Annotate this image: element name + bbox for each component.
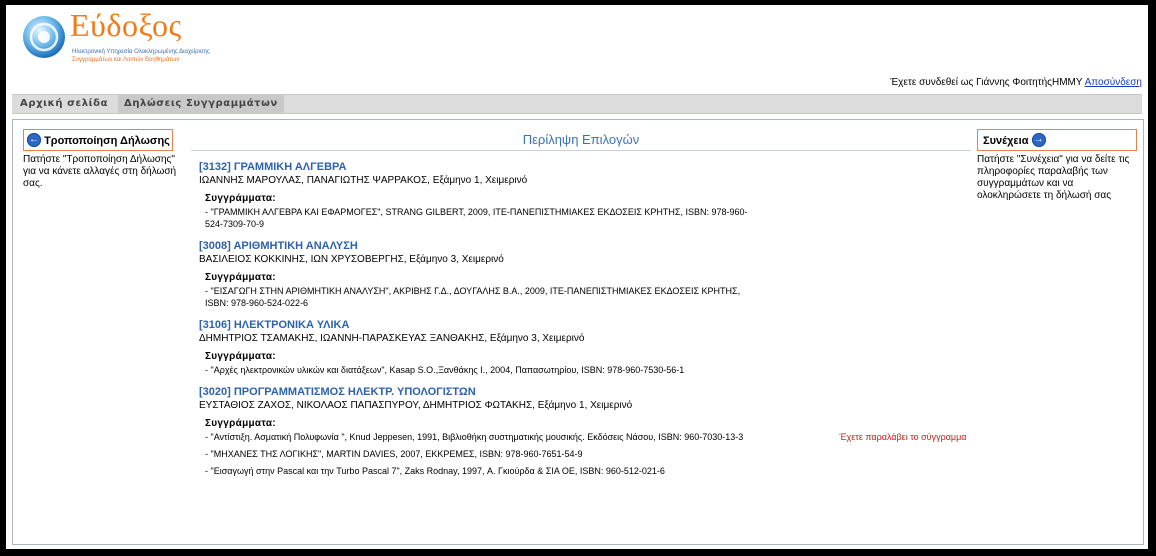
course-title-link[interactable]: [3106] ΗΛΕΚΤΡΟΝΙΚΑ ΥΛΙΚΑ <box>199 318 969 332</box>
course-entry: [3132] ΓΡΑΜΜΙΚΗ ΑΛΓΕΒΡΑ ΙΩΑΝΝΗΣ ΜΑΡΟΥΛΑΣ,… <box>199 160 969 230</box>
book-description: - "Αντίστιξη. Ασματική Πολυφωνία ", Knud… <box>205 432 744 442</box>
login-status: Έχετε συνδεθεί ως Γιάννης ΦοιτητήςΗΜΜΥ Α… <box>890 77 1142 88</box>
continue-label: Συνέχεια <box>983 135 1029 147</box>
course-title-link[interactable]: [3008] ΑΡΙΘΜΗΤΙΚΗ ΑΝΑΛΥΣΗ <box>199 239 969 253</box>
modify-declaration-label: Τροποποίηση Δήλωσης <box>44 135 170 147</box>
book-description: - "ΓΡΑΜΜΙΚΗ ΑΛΓΕΒΡΑ ΚΑΙ ΕΦΑΡΜΟΓΕΣ", STRA… <box>205 207 748 229</box>
logo-subtitle-2: Συγγραμμάτων και Λοιπών Βοηθημάτων <box>72 57 180 63</box>
book-item: - "ΕΙΣΑΓΩΓΗ ΣΤΗΝ ΑΡΙΘΜΗΤΙΚΗ ΑΝΑΛΥΣΗ", ΑΚ… <box>205 285 969 309</box>
course-entry: [3020] ΠΡΟΓΡΑΜΜΑΤΙΣΜΟΣ ΗΛΕΚΤΡ. ΥΠΟΛΟΓΙΣΤ… <box>199 385 969 477</box>
arrow-left-icon: ← <box>27 133 41 148</box>
book-item: - "ΓΡΑΜΜΙΚΗ ΑΛΓΕΒΡΑ ΚΑΙ ΕΦΑΡΜΟΓΕΣ", STRA… <box>205 206 969 230</box>
course-entry: [3106] ΗΛΕΚΤΡΟΝΙΚΑ ΥΛΙΚΑ ΔΗΜΗΤΡΙΟΣ ΤΣΑΜΑΚ… <box>199 318 969 376</box>
course-list: [3132] ΓΡΑΜΜΙΚΗ ΑΛΓΕΒΡΑ ΙΩΑΝΝΗΣ ΜΑΡΟΥΛΑΣ,… <box>199 160 969 486</box>
book-item: - "ΜΗΧΑΝΕΣ ΤΗΣ ΛΟΓΙΚΗΣ", MARTIN DAVIES, … <box>205 448 969 460</box>
book-description: - "ΕΙΣΑΓΩΓΗ ΣΤΗΝ ΑΡΙΘΜΗΤΙΚΗ ΑΝΑΛΥΣΗ", ΑΚ… <box>205 286 741 308</box>
received-note: Έχετε παραλάβει το σύγγραμμα <box>839 432 967 442</box>
book-item: - "Αντίστιξη. Ασματική Πολυφωνία ", Knud… <box>205 431 969 443</box>
continue-button[interactable]: Συνέχεια → <box>977 129 1137 151</box>
browser-page: Εύδοξος Ηλεκτρονική Υπηρεσία Ολοκληρωμέν… <box>6 5 1148 549</box>
books-label: Συγγράμματα: <box>205 193 276 204</box>
logged-in-text: Έχετε συνδεθεί ως Γιάννης ΦοιτητήςΗΜΜΥ <box>890 77 1083 88</box>
book-description: - "ΜΗΧΑΝΕΣ ΤΗΣ ΛΟΓΙΚΗΣ", MARTIN DAVIES, … <box>205 449 583 459</box>
books-label: Συγγράμματα: <box>205 272 276 283</box>
menu-item-home[interactable]: Αρχική σελίδα <box>14 95 114 113</box>
course-meta: ΙΩΑΝΝΗΣ ΜΑΡΟΥΛΑΣ, ΠΑΝΑΓΙΩΤΗΣ ΨΑΡΡΑΚΟΣ, Ε… <box>199 175 528 186</box>
course-title-link[interactable]: [3132] ΓΡΑΜΜΙΚΗ ΑΛΓΕΒΡΑ <box>199 160 969 174</box>
books-label: Συγγράμματα: <box>205 351 276 362</box>
books-label: Συγγράμματα: <box>205 418 276 429</box>
book-description: - "Εισαγωγή στην Pascal και την Turbo Pa… <box>205 466 665 476</box>
modify-declaration-help: Πατήστε "Τροποποίηση Δήλωσης" για να κάν… <box>23 154 177 189</box>
summary-panel: ← Τροποποίηση Δήλωσης Πατήστε "Τροποποίη… <box>12 119 1144 545</box>
course-title-link[interactable]: [3020] ΠΡΟΓΡΑΜΜΑΤΙΣΜΟΣ ΗΛΕΚΤΡ. ΥΠΟΛΟΓΙΣΤ… <box>199 385 969 399</box>
continue-help: Πατήστε "Συνέχεια" για να δείτε τις πληρ… <box>977 154 1130 201</box>
course-meta: ΔΗΜΗΤΡΙΟΣ ΤΣΑΜΑΚΗΣ, ΙΩΑΝΝΗ-ΠΑΡΑΣΚΕΥΑΣ ΞΑ… <box>199 333 585 344</box>
course-entry: [3008] ΑΡΙΘΜΗΤΙΚΗ ΑΝΑΛΥΣΗ ΒΑΣΙΛΕΙΟΣ ΚΟΚΚΙ… <box>199 239 969 309</box>
menu-item-declarations[interactable]: Δηλώσεις Συγγραμμάτων <box>118 95 284 113</box>
logo-globe-icon <box>23 16 65 58</box>
logo-subtitle-1: Ηλεκτρονική Υπηρεσία Ολοκληρωμένης Διαχε… <box>72 49 210 55</box>
main-menu: Αρχική σελίδα Δηλώσεις Συγγραμμάτων <box>12 94 1142 114</box>
course-meta: ΕΥΣΤΑΘΙΟΣ ΖΑΧΟΣ, ΝΙΚΟΛΑΟΣ ΠΑΠΑΣΠΥΡΟΥ, ΔΗ… <box>199 400 633 411</box>
eudoxus-logo[interactable]: Εύδοξος Ηλεκτρονική Υπηρεσία Ολοκληρωμέν… <box>16 7 216 71</box>
book-item: - "Αρχές ηλεκτρονικών υλικών και διατάξε… <box>205 364 969 376</box>
logo-wordmark: Εύδοξος <box>70 7 182 43</box>
page-title: Περίληψη Επιλογών <box>191 130 971 151</box>
logout-link[interactable]: Αποσύνδεση <box>1085 77 1142 88</box>
arrow-right-icon: → <box>1031 133 1046 148</box>
book-description: - "Αρχές ηλεκτρονικών υλικών και διατάξε… <box>205 365 685 375</box>
book-item: - "Εισαγωγή στην Pascal και την Turbo Pa… <box>205 465 969 477</box>
modify-declaration-button[interactable]: ← Τροποποίηση Δήλωσης <box>23 129 173 151</box>
course-meta: ΒΑΣΙΛΕΙΟΣ ΚΟΚΚΙΝΗΣ, ΙΩΝ ΧΡΥΣΟΒΕΡΓΗΣ, Εξά… <box>199 254 504 265</box>
